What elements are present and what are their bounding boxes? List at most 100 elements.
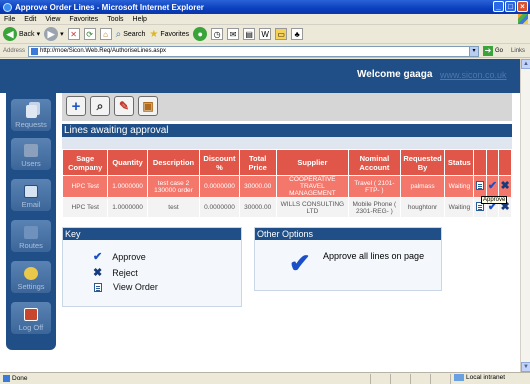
cell-supplier: WILLS CONSULTING LTD [275,197,350,218]
menu-help[interactable]: Help [133,16,147,23]
approve-button[interactable]: ✔ [485,175,500,198]
sidebar: Requests Users Email Routes Settings Log… [6,93,56,350]
sidebar-item-label: Requests [15,120,47,129]
go-button[interactable]: ➔ Go [483,46,503,56]
back-button[interactable]: ◀ Back ▾ [3,27,40,41]
media-button[interactable]: ● [193,27,208,41]
menu-favorites[interactable]: Favorites [69,16,98,23]
cell-total: 30000.00 [238,175,277,198]
folder-button[interactable]: ▭ [275,28,288,40]
status-divider [370,374,371,384]
requests-icon [25,105,37,118]
settings-icon [24,267,38,280]
sidebar-item-users[interactable]: Users [11,138,51,170]
back-dropdown-icon: ▾ [36,31,41,38]
mail-button[interactable]: ✉ [227,28,240,40]
print-button[interactable]: ▤ [243,28,256,40]
key-view-order-label: View Order [113,282,158,292]
go-arrow-icon: ➔ [483,46,494,56]
sidebar-item-settings[interactable]: Settings [11,261,51,293]
col-nominal-account: Nominal Account [348,149,401,176]
menu-edit[interactable]: Edit [24,16,36,23]
col-status: Status [444,149,475,176]
cell-discount: 0.0000000 [199,197,240,218]
address-input[interactable]: http://rnoe/Sicon.Web.Req/AuthoriseLines… [28,45,471,57]
orders-button[interactable]: ▣ [138,96,158,116]
windows-flag-icon [518,14,528,24]
col-supplier: Supplier [275,149,350,176]
edit-request-button[interactable]: ✎ [114,96,134,116]
sidebar-item-label: Settings [17,282,45,291]
approve-all-button[interactable]: ✔ [289,248,311,279]
cell-nominal: Mobile Phone ( 2301-REG- ) [348,197,401,218]
add-request-button[interactable]: + [66,96,86,116]
maximize-button[interactable]: □ [505,1,516,12]
col-view [473,149,487,176]
menu-file[interactable]: File [4,16,15,23]
header-banner: Welcome gaaga www.sicon.co.uk [0,59,520,93]
cell-quantity: 1.0000000 [107,197,148,218]
menu-tools[interactable]: Tools [107,16,123,23]
sidebar-item-requests[interactable]: Requests [11,99,51,131]
status-done: Done [0,375,28,382]
status-divider [390,374,391,384]
address-dropdown-button[interactable]: ▾ [469,45,480,57]
vertical-scrollbar[interactable]: ▲ ▼ [520,59,530,372]
sidebar-item-routes[interactable]: Routes [11,220,51,252]
reject-button[interactable]: ✖ [498,175,512,198]
status-text: Done [12,375,28,382]
back-label: Back [19,30,35,38]
other-options-title: Other Options [255,228,441,240]
address-url: http://rnoe/Sicon.Web.Req/AuthoriseLines… [40,48,166,54]
sicon-website-link[interactable]: www.sicon.co.uk [440,70,507,80]
log-off-icon [24,308,38,321]
forward-button[interactable]: ▶ ▾ [44,27,64,41]
table-row[interactable]: HPC Test 1.0000000 test case 2 130000 or… [61,175,512,198]
links-button[interactable]: Links [511,48,525,54]
approve-tooltip: Approve [481,196,508,204]
refresh-button[interactable]: ⟳ [83,28,96,40]
view-order-button[interactable] [473,175,487,198]
menu-bar: File Edit View Favorites Tools Help [0,14,530,25]
status-divider [430,374,431,384]
sidebar-item-email[interactable]: Email [11,179,51,211]
scroll-up-button[interactable]: ▲ [521,59,530,69]
key-panel-title: Key [63,228,241,240]
cell-company: HPC Test [61,197,109,218]
table-row[interactable]: HPC Test 1.0000000 test 0.0000000 30000.… [61,197,512,218]
find-request-button[interactable]: ⌕ [90,96,110,116]
page-icon [3,375,10,382]
menu-view[interactable]: View [45,16,60,23]
zone-label: Local intranet [466,374,506,381]
close-button[interactable]: × [517,1,528,12]
search-icon: ⌕ [115,28,122,40]
scroll-down-button[interactable]: ▼ [521,362,530,372]
home-button[interactable]: ⌂ [99,28,112,40]
address-bar: Address http://rnoe/Sicon.Web.Req/Author… [0,45,530,58]
favorites-button[interactable]: ★ Favorites [149,29,189,40]
sidebar-item-log-off[interactable]: Log Off [11,302,51,334]
forward-arrow-icon: ▶ [44,27,59,41]
page-content: Welcome gaaga www.sicon.co.uk Requests U… [0,59,520,372]
status-bar: Done Local intranet [0,372,530,384]
page-icon [31,47,39,55]
cell-description: test [146,197,201,218]
history-button[interactable]: ◷ [211,28,224,40]
search-button[interactable]: ⌕ Search [116,29,146,40]
security-zone: Local intranet [454,374,505,381]
welcome-text: Welcome gaaga [357,69,433,80]
key-panel: Key ✔ Approve ✖ Reject View Order [62,227,242,307]
messenger-button[interactable]: ♣ [291,28,304,40]
address-label: Address [3,48,26,54]
col-sage-company: Sage Company [61,149,109,176]
view-order-icon [94,282,102,292]
section-title: Lines awaiting approval [62,124,512,137]
reject-cross-icon: ✖ [500,179,510,192]
edit-button[interactable]: W [259,28,272,40]
ie-logo-icon [3,2,12,12]
cell-requested-by: palmass [399,175,446,198]
approve-all-label: Approve all lines on page [323,251,425,261]
minimize-button[interactable]: _ [493,1,504,12]
cell-nominal: Travel ( 2101-FTP- ) [348,175,401,198]
stop-button[interactable]: ✕ [67,28,80,40]
